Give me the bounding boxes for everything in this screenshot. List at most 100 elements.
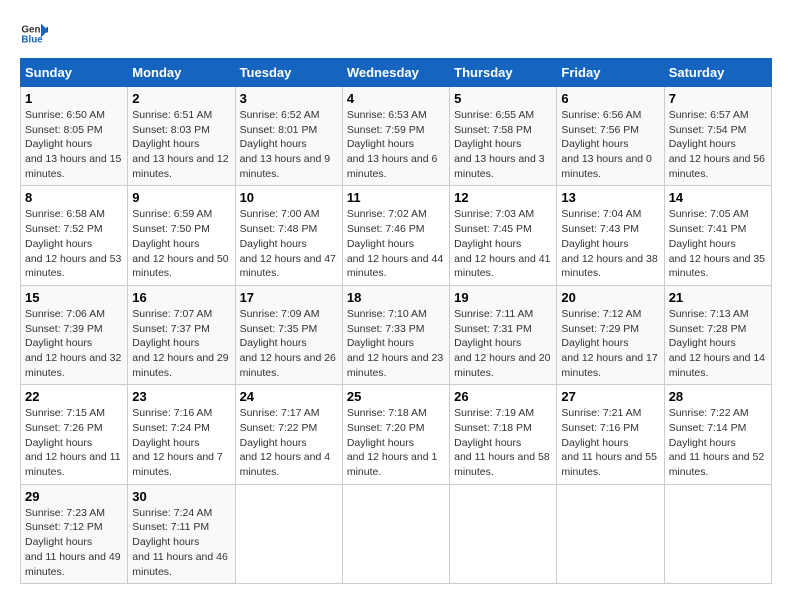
- calendar-cell: 7 Sunrise: 6:57 AM Sunset: 7:54 PM Dayli…: [664, 87, 771, 186]
- day-number: 17: [240, 290, 338, 305]
- day-info: Sunrise: 6:59 AM Sunset: 7:50 PM Dayligh…: [132, 207, 230, 280]
- day-info: Sunrise: 7:21 AM Sunset: 7:16 PM Dayligh…: [561, 406, 659, 479]
- calendar-cell: 20 Sunrise: 7:12 AM Sunset: 7:29 PM Dayl…: [557, 285, 664, 384]
- day-number: 28: [669, 389, 767, 404]
- weekday-header-friday: Friday: [557, 59, 664, 87]
- day-info: Sunrise: 6:53 AM Sunset: 7:59 PM Dayligh…: [347, 108, 445, 181]
- day-number: 12: [454, 190, 552, 205]
- calendar-cell: 29 Sunrise: 7:23 AM Sunset: 7:12 PM Dayl…: [21, 484, 128, 583]
- calendar-week-5: 29 Sunrise: 7:23 AM Sunset: 7:12 PM Dayl…: [21, 484, 772, 583]
- day-number: 25: [347, 389, 445, 404]
- calendar-week-4: 22 Sunrise: 7:15 AM Sunset: 7:26 PM Dayl…: [21, 385, 772, 484]
- calendar-cell: 10 Sunrise: 7:00 AM Sunset: 7:48 PM Dayl…: [235, 186, 342, 285]
- calendar-week-2: 8 Sunrise: 6:58 AM Sunset: 7:52 PM Dayli…: [21, 186, 772, 285]
- weekday-header-sunday: Sunday: [21, 59, 128, 87]
- day-info: Sunrise: 6:52 AM Sunset: 8:01 PM Dayligh…: [240, 108, 338, 181]
- calendar-cell: [235, 484, 342, 583]
- calendar-cell: 22 Sunrise: 7:15 AM Sunset: 7:26 PM Dayl…: [21, 385, 128, 484]
- calendar-cell: 21 Sunrise: 7:13 AM Sunset: 7:28 PM Dayl…: [664, 285, 771, 384]
- day-info: Sunrise: 6:57 AM Sunset: 7:54 PM Dayligh…: [669, 108, 767, 181]
- day-number: 10: [240, 190, 338, 205]
- day-number: 6: [561, 91, 659, 106]
- calendar-cell: 30 Sunrise: 7:24 AM Sunset: 7:11 PM Dayl…: [128, 484, 235, 583]
- calendar-cell: 15 Sunrise: 7:06 AM Sunset: 7:39 PM Dayl…: [21, 285, 128, 384]
- day-info: Sunrise: 7:19 AM Sunset: 7:18 PM Dayligh…: [454, 406, 552, 479]
- day-info: Sunrise: 7:02 AM Sunset: 7:46 PM Dayligh…: [347, 207, 445, 280]
- calendar-cell: 19 Sunrise: 7:11 AM Sunset: 7:31 PM Dayl…: [450, 285, 557, 384]
- day-number: 20: [561, 290, 659, 305]
- weekday-header-saturday: Saturday: [664, 59, 771, 87]
- day-info: Sunrise: 6:58 AM Sunset: 7:52 PM Dayligh…: [25, 207, 123, 280]
- day-info: Sunrise: 7:16 AM Sunset: 7:24 PM Dayligh…: [132, 406, 230, 479]
- day-info: Sunrise: 7:12 AM Sunset: 7:29 PM Dayligh…: [561, 307, 659, 380]
- day-info: Sunrise: 7:23 AM Sunset: 7:12 PM Dayligh…: [25, 506, 123, 579]
- day-info: Sunrise: 7:00 AM Sunset: 7:48 PM Dayligh…: [240, 207, 338, 280]
- day-number: 13: [561, 190, 659, 205]
- calendar-cell: 14 Sunrise: 7:05 AM Sunset: 7:41 PM Dayl…: [664, 186, 771, 285]
- day-number: 30: [132, 489, 230, 504]
- weekday-header-thursday: Thursday: [450, 59, 557, 87]
- calendar-cell: [664, 484, 771, 583]
- calendar-cell: 26 Sunrise: 7:19 AM Sunset: 7:18 PM Dayl…: [450, 385, 557, 484]
- day-number: 16: [132, 290, 230, 305]
- day-info: Sunrise: 7:07 AM Sunset: 7:37 PM Dayligh…: [132, 307, 230, 380]
- day-number: 22: [25, 389, 123, 404]
- day-number: 3: [240, 91, 338, 106]
- calendar-cell: 6 Sunrise: 6:56 AM Sunset: 7:56 PM Dayli…: [557, 87, 664, 186]
- calendar-cell: 9 Sunrise: 6:59 AM Sunset: 7:50 PM Dayli…: [128, 186, 235, 285]
- day-number: 23: [132, 389, 230, 404]
- day-number: 15: [25, 290, 123, 305]
- day-number: 14: [669, 190, 767, 205]
- day-number: 7: [669, 91, 767, 106]
- calendar-cell: 18 Sunrise: 7:10 AM Sunset: 7:33 PM Dayl…: [342, 285, 449, 384]
- calendar-cell: 11 Sunrise: 7:02 AM Sunset: 7:46 PM Dayl…: [342, 186, 449, 285]
- day-number: 26: [454, 389, 552, 404]
- day-info: Sunrise: 7:06 AM Sunset: 7:39 PM Dayligh…: [25, 307, 123, 380]
- calendar-cell: 4 Sunrise: 6:53 AM Sunset: 7:59 PM Dayli…: [342, 87, 449, 186]
- day-info: Sunrise: 7:17 AM Sunset: 7:22 PM Dayligh…: [240, 406, 338, 479]
- calendar-cell: 27 Sunrise: 7:21 AM Sunset: 7:16 PM Dayl…: [557, 385, 664, 484]
- calendar-cell: 5 Sunrise: 6:55 AM Sunset: 7:58 PM Dayli…: [450, 87, 557, 186]
- day-info: Sunrise: 7:10 AM Sunset: 7:33 PM Dayligh…: [347, 307, 445, 380]
- day-info: Sunrise: 6:56 AM Sunset: 7:56 PM Dayligh…: [561, 108, 659, 181]
- logo-icon: General Blue: [20, 20, 48, 48]
- day-number: 21: [669, 290, 767, 305]
- day-number: 9: [132, 190, 230, 205]
- day-number: 1: [25, 91, 123, 106]
- page-header: General Blue: [20, 20, 772, 48]
- calendar-cell: [450, 484, 557, 583]
- day-info: Sunrise: 7:22 AM Sunset: 7:14 PM Dayligh…: [669, 406, 767, 479]
- day-number: 11: [347, 190, 445, 205]
- day-info: Sunrise: 7:15 AM Sunset: 7:26 PM Dayligh…: [25, 406, 123, 479]
- day-number: 5: [454, 91, 552, 106]
- day-info: Sunrise: 7:13 AM Sunset: 7:28 PM Dayligh…: [669, 307, 767, 380]
- day-info: Sunrise: 7:11 AM Sunset: 7:31 PM Dayligh…: [454, 307, 552, 380]
- day-number: 29: [25, 489, 123, 504]
- day-number: 24: [240, 389, 338, 404]
- day-info: Sunrise: 6:55 AM Sunset: 7:58 PM Dayligh…: [454, 108, 552, 181]
- day-info: Sunrise: 6:50 AM Sunset: 8:05 PM Dayligh…: [25, 108, 123, 181]
- calendar-cell: [557, 484, 664, 583]
- day-info: Sunrise: 7:04 AM Sunset: 7:43 PM Dayligh…: [561, 207, 659, 280]
- weekday-header-monday: Monday: [128, 59, 235, 87]
- calendar-cell: 3 Sunrise: 6:52 AM Sunset: 8:01 PM Dayli…: [235, 87, 342, 186]
- day-number: 8: [25, 190, 123, 205]
- day-info: Sunrise: 7:05 AM Sunset: 7:41 PM Dayligh…: [669, 207, 767, 280]
- day-number: 2: [132, 91, 230, 106]
- calendar-cell: 25 Sunrise: 7:18 AM Sunset: 7:20 PM Dayl…: [342, 385, 449, 484]
- weekday-header-wednesday: Wednesday: [342, 59, 449, 87]
- day-number: 27: [561, 389, 659, 404]
- calendar-week-1: 1 Sunrise: 6:50 AM Sunset: 8:05 PM Dayli…: [21, 87, 772, 186]
- day-number: 18: [347, 290, 445, 305]
- calendar-cell: [342, 484, 449, 583]
- day-info: Sunrise: 7:09 AM Sunset: 7:35 PM Dayligh…: [240, 307, 338, 380]
- logo: General Blue: [20, 20, 48, 48]
- svg-text:Blue: Blue: [21, 34, 43, 45]
- calendar-cell: 16 Sunrise: 7:07 AM Sunset: 7:37 PM Dayl…: [128, 285, 235, 384]
- calendar-cell: 24 Sunrise: 7:17 AM Sunset: 7:22 PM Dayl…: [235, 385, 342, 484]
- weekday-header-tuesday: Tuesday: [235, 59, 342, 87]
- calendar-cell: 12 Sunrise: 7:03 AM Sunset: 7:45 PM Dayl…: [450, 186, 557, 285]
- calendar-cell: 17 Sunrise: 7:09 AM Sunset: 7:35 PM Dayl…: [235, 285, 342, 384]
- day-info: Sunrise: 7:24 AM Sunset: 7:11 PM Dayligh…: [132, 506, 230, 579]
- calendar-cell: 1 Sunrise: 6:50 AM Sunset: 8:05 PM Dayli…: [21, 87, 128, 186]
